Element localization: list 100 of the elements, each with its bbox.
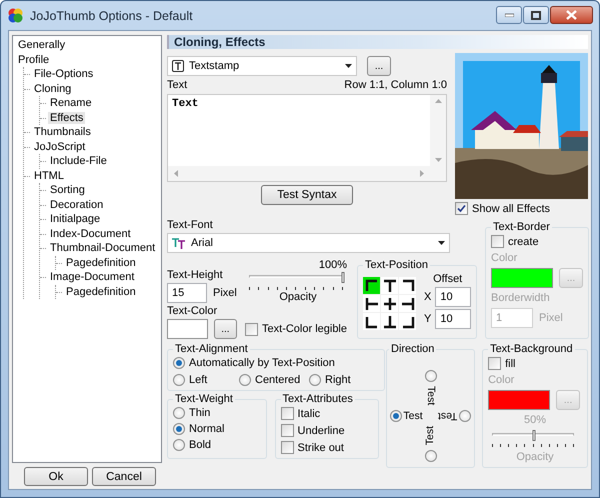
y-offset-input[interactable]: 10 (435, 309, 472, 329)
slider-thumb[interactable] (342, 272, 344, 283)
radio-label: Normal (189, 423, 224, 435)
scroll-left-icon[interactable] (174, 170, 178, 177)
offset-label: Offset (433, 273, 462, 285)
tree-item[interactable]: Pagedefinition (64, 256, 138, 268)
checkbox[interactable] (491, 235, 504, 248)
opacity-reading: 50% (524, 414, 546, 426)
color-label: Color (488, 374, 516, 386)
tree-item[interactable]: Index-Document (48, 228, 133, 240)
checkbox[interactable] (488, 357, 502, 370)
position-cell[interactable] (381, 313, 398, 330)
radio-label: Left (189, 374, 208, 386)
x-offset-input[interactable]: 10 (435, 287, 472, 307)
opacity-slider[interactable] (249, 272, 347, 286)
radio-button[interactable] (173, 374, 185, 386)
tree-item[interactable]: Cloning (32, 82, 74, 94)
tree-item[interactable]: Rename (48, 97, 94, 109)
tree-item[interactable]: File-Options (32, 68, 96, 80)
scroll-down-icon[interactable] (434, 158, 442, 162)
checkbox[interactable] (280, 424, 294, 437)
checkbox[interactable] (245, 322, 258, 336)
dropdown-arrow-icon (345, 64, 352, 68)
tree-item[interactable]: Image-Document (48, 271, 136, 283)
text-color-button[interactable]: ... (214, 319, 238, 339)
cursor-position: Row 1:1, Column 1:0 (344, 79, 447, 91)
position-cell[interactable] (399, 277, 416, 294)
position-cell[interactable] (363, 295, 380, 312)
checkbox-label: Text-Color legible (262, 323, 347, 335)
font-dropdown[interactable]: Arial (167, 233, 450, 253)
tree-item[interactable]: Pagedefinition (64, 286, 138, 298)
radio-button[interactable] (459, 410, 472, 422)
stamp-type-dropdown[interactable]: Textstamp (167, 56, 357, 76)
tree-item[interactable]: JoJoScript (32, 140, 88, 152)
tree-item[interactable]: Thumbnails (32, 126, 93, 138)
tree-item[interactable]: Include-File (48, 155, 109, 167)
maximize-button[interactable] (523, 6, 549, 24)
slider-thumb[interactable] (532, 430, 536, 441)
attributes-title: Text-Attributes (282, 393, 354, 405)
test-syntax-button[interactable]: Test Syntax (261, 185, 353, 205)
tree-item[interactable]: Generally (16, 39, 68, 51)
minimize-icon (504, 13, 514, 17)
font-label: Text-Font (167, 219, 214, 231)
close-button[interactable] (550, 6, 593, 24)
tree-item[interactable]: Profile (16, 54, 52, 66)
background-color-swatch[interactable] (488, 390, 550, 410)
text-color-swatch[interactable] (167, 319, 208, 339)
tree-item[interactable]: Initialpage (48, 213, 102, 225)
checkbox[interactable] (455, 202, 468, 215)
radio-button[interactable] (390, 410, 402, 422)
radio-button[interactable] (424, 370, 437, 382)
app-logo-icon (7, 7, 24, 24)
border-color-swatch[interactable] (491, 268, 553, 288)
tree-item[interactable]: Thumbnail-Document (48, 242, 158, 254)
checkbox-label: Italic (298, 408, 320, 420)
position-cell[interactable] (363, 313, 380, 330)
minimize-button[interactable] (496, 6, 522, 24)
checkbox-label: Show all Effects (472, 202, 550, 214)
opacity-label: Opacity (516, 451, 554, 463)
radio-button[interactable] (424, 450, 437, 462)
radio-button[interactable] (173, 439, 185, 451)
checkbox-label: create (508, 236, 539, 248)
radio-button[interactable] (173, 407, 185, 419)
text-color-label: Text-Color (167, 305, 218, 317)
text-input[interactable]: Text (167, 94, 447, 182)
direction-label: Test (425, 386, 436, 406)
stamp-options-button[interactable]: ... (367, 56, 391, 76)
tree-item[interactable]: Effects (48, 112, 86, 124)
checkbox-label: Underline (298, 424, 345, 436)
checkbox-label: Strike out (298, 442, 344, 454)
dialog-button[interactable]: Ok (24, 467, 88, 486)
radio-button[interactable] (173, 357, 185, 369)
checkbox[interactable] (280, 407, 294, 420)
borderwidth-label: Borderwidth (491, 292, 551, 304)
dialog-button[interactable]: Cancel (92, 467, 156, 486)
radio-button[interactable] (309, 374, 321, 386)
position-cell[interactable] (381, 295, 398, 312)
tree-item[interactable]: HTML (32, 170, 66, 182)
position-cell[interactable] (399, 295, 416, 312)
radio-button[interactable] (239, 374, 251, 386)
position-cell[interactable] (363, 277, 380, 294)
window-title: JoJoThumb Options - Default (30, 8, 194, 22)
opacity-label: Opacity (279, 291, 317, 303)
weight-title: Text-Weight (174, 393, 234, 405)
unit-label: Pixel (213, 287, 237, 299)
radio-label: Automatically by Text-Position (189, 357, 335, 369)
direction-label: Test (403, 410, 423, 422)
unit-label: Pixel (539, 312, 563, 324)
height-input[interactable]: 15 (167, 283, 207, 303)
tree-item[interactable]: Sorting (48, 184, 87, 196)
scroll-right-icon[interactable] (420, 170, 424, 177)
position-cell[interactable] (381, 277, 398, 294)
direction-label: Test (438, 410, 458, 422)
checkbox[interactable] (280, 441, 294, 454)
tree-item[interactable]: Decoration (48, 198, 106, 210)
radio-button[interactable] (173, 423, 185, 435)
position-cell[interactable] (399, 313, 416, 330)
alignment-title: Text-Alignment (174, 343, 249, 355)
maximize-icon (531, 10, 541, 20)
scroll-up-icon[interactable] (434, 99, 442, 103)
